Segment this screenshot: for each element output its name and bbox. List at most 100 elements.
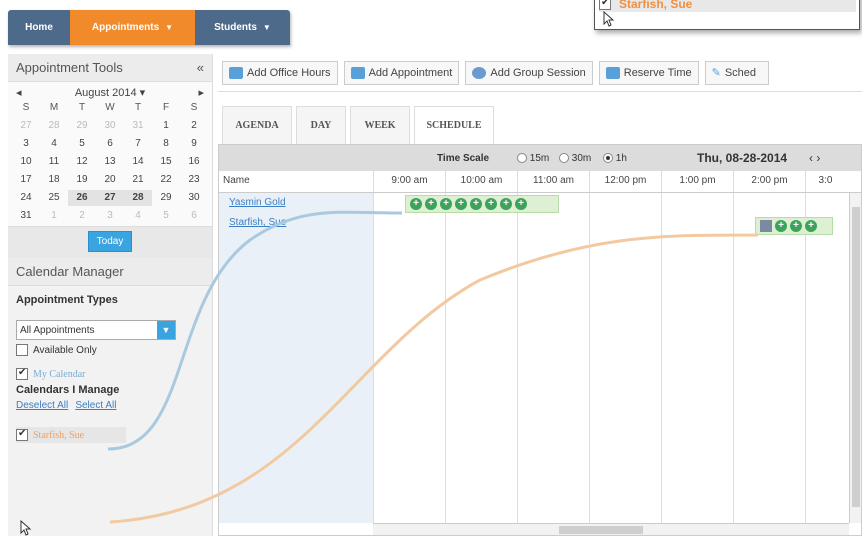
add-slot-icon[interactable]: + — [805, 220, 817, 232]
calendar-day[interactable]: 22 — [152, 172, 180, 188]
add-slot-icon[interactable]: + — [790, 220, 802, 232]
calendar-day[interactable]: 20 — [96, 172, 124, 188]
radio-1h[interactable] — [603, 152, 613, 163]
person-link[interactable]: Yasmin Gold — [229, 197, 286, 208]
vertical-scroll-thumb[interactable] — [852, 207, 860, 507]
add-slot-icon[interactable]: + — [455, 198, 467, 210]
calendar-day[interactable]: 3 — [96, 208, 124, 224]
calendar-day[interactable]: 18 — [40, 172, 68, 188]
horizontal-scroll-thumb[interactable] — [559, 526, 643, 534]
calendar-day[interactable]: 14 — [124, 154, 152, 170]
add-slot-icon[interactable]: + — [410, 198, 422, 210]
add-slot-icon[interactable]: + — [500, 198, 512, 210]
nav-home[interactable]: Home — [8, 10, 70, 45]
calendar-day[interactable]: 11 — [40, 154, 68, 170]
calendar-day-selected[interactable]: 28 — [124, 190, 152, 206]
calendar-day[interactable]: 5 — [152, 208, 180, 224]
prev-month-icon[interactable]: ◂ — [16, 86, 22, 99]
scale-1h-option[interactable]: 1h — [603, 153, 627, 164]
date-nav-arrows[interactable]: ‹ › — [809, 151, 820, 165]
add-office-hours-button[interactable]: Add Office Hours — [222, 60, 338, 85]
calendar-day[interactable]: 15 — [152, 154, 180, 170]
my-calendar-row[interactable]: My Calendar — [16, 367, 204, 380]
calendar-day[interactable]: 28 — [40, 118, 68, 134]
tab-day[interactable]: DAY — [296, 106, 346, 144]
calendar-icon[interactable] — [760, 220, 772, 232]
add-slot-icon[interactable]: + — [775, 220, 787, 232]
add-group-session-button[interactable]: Add Group Session — [465, 60, 593, 85]
calendar-day[interactable]: 5 — [68, 136, 96, 152]
calendar-day[interactable]: 12 — [68, 154, 96, 170]
calendar-day[interactable]: 25 — [40, 190, 68, 206]
add-slot-icon[interactable]: + — [440, 198, 452, 210]
person-link[interactable]: Starfish, Sue — [229, 217, 286, 228]
calendar-day[interactable]: 29 — [152, 190, 180, 206]
starfish-sue-checkbox[interactable] — [16, 428, 28, 441]
calendar-day[interactable]: 16 — [180, 154, 208, 170]
nav-appointments[interactable]: Appointments ▼ — [70, 10, 195, 45]
calendar-day[interactable]: 7 — [124, 136, 152, 152]
calendar-day[interactable]: 30 — [96, 118, 124, 134]
calendar-day[interactable]: 26 — [68, 190, 96, 206]
calendar-day[interactable]: 6 — [96, 136, 124, 152]
grid-line — [373, 193, 374, 523]
calendar-day[interactable]: 1 — [40, 208, 68, 224]
calendar-day[interactable]: 27 — [96, 190, 124, 206]
add-slot-icon[interactable]: + — [485, 198, 497, 210]
reserve-time-button[interactable]: Reserve Time — [598, 60, 699, 85]
radio-30m[interactable] — [559, 152, 569, 163]
tab-week[interactable]: WEEK — [350, 106, 410, 144]
appointment-types-select[interactable]: All Appointments ▼ — [16, 320, 176, 340]
popup-row[interactable]: Starfish, Sue — [599, 0, 856, 12]
calendar-day[interactable]: 3 — [12, 136, 40, 152]
calendar-day[interactable]: 4 — [40, 136, 68, 152]
popup-checkbox[interactable] — [599, 0, 611, 10]
calendar-day[interactable]: 31 — [124, 118, 152, 134]
calendar-day[interactable]: 17 — [12, 172, 40, 188]
calendar-day[interactable]: 24 — [12, 190, 40, 206]
calendar-day[interactable]: 9 — [180, 136, 208, 152]
calendar-day[interactable]: 6 — [180, 208, 208, 224]
deselect-all-link[interactable]: Deselect All — [16, 400, 68, 411]
calendar-day[interactable]: 8 — [152, 136, 180, 152]
available-only-row[interactable]: Available Only — [16, 344, 204, 356]
horizontal-scrollbar[interactable] — [373, 523, 849, 535]
calendar-day[interactable]: 31 — [12, 208, 40, 224]
month-select[interactable]: August 2014 ▾ — [75, 86, 145, 99]
tab-schedule[interactable]: SCHEDULE — [414, 106, 494, 144]
scale-15m-option[interactable]: 15m — [517, 153, 549, 164]
calendar-day[interactable]: 1 — [152, 118, 180, 134]
add-slot-icon[interactable]: + — [425, 198, 437, 210]
calendar-day[interactable]: 10 — [12, 154, 40, 170]
starfish-sue-row[interactable]: Starfish, Sue — [16, 427, 126, 443]
availability-row: + + + — [755, 217, 833, 235]
today-button[interactable]: Today — [87, 231, 133, 252]
calendar-day[interactable]: 2 — [68, 208, 96, 224]
nav-students[interactable]: Students ▼ — [195, 10, 290, 45]
calendar-day[interactable]: 13 — [96, 154, 124, 170]
vertical-scrollbar[interactable] — [849, 193, 861, 523]
next-month-icon[interactable]: ▸ — [198, 86, 204, 99]
calendar-day[interactable]: 21 — [124, 172, 152, 188]
available-only-checkbox[interactable] — [16, 344, 28, 356]
my-calendar-checkbox[interactable] — [16, 367, 28, 380]
name-column-header: Name — [223, 175, 250, 186]
schedule-view: Time Scale 15m 30m 1h Thu, 08-28-2014 ‹ … — [218, 144, 862, 536]
collapse-icon[interactable]: « — [197, 60, 204, 75]
radio-15m[interactable] — [517, 152, 527, 163]
add-slot-icon[interactable]: + — [470, 198, 482, 210]
tab-agenda[interactable]: AGENDA — [222, 106, 292, 144]
calendar-day[interactable]: 30 — [180, 190, 208, 206]
schedule-button[interactable]: ✎ Sched — [704, 60, 769, 85]
scale-30m-option[interactable]: 30m — [559, 153, 591, 164]
add-appointment-button[interactable]: Add Appointment — [343, 60, 460, 85]
time-header: 10:00 am — [445, 171, 517, 192]
add-slot-icon[interactable]: + — [515, 198, 527, 210]
calendar-day[interactable]: 29 — [68, 118, 96, 134]
calendar-day[interactable]: 19 — [68, 172, 96, 188]
calendar-day[interactable]: 4 — [124, 208, 152, 224]
select-all-link[interactable]: Select All — [75, 400, 116, 411]
calendar-day[interactable]: 27 — [12, 118, 40, 134]
calendar-day[interactable]: 23 — [180, 172, 208, 188]
calendar-day[interactable]: 2 — [180, 118, 208, 134]
